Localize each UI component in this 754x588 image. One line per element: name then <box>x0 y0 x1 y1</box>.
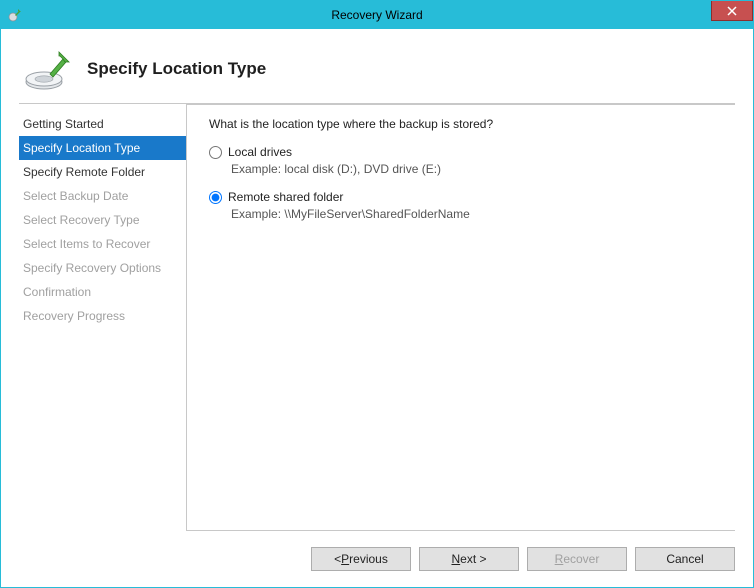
page-title: Specify Location Type <box>87 59 266 79</box>
option-remote-folder[interactable]: Remote shared folder <box>209 190 727 204</box>
wizard-step[interactable]: Getting Started <box>19 112 186 136</box>
wizard-steps-nav: Getting StartedSpecify Location TypeSpec… <box>19 104 187 531</box>
option-local-drives[interactable]: Local drives <box>209 145 727 159</box>
option-remote-folder-example: Example: \\MyFileServer\SharedFolderName <box>231 207 727 221</box>
wizard-step: Specify Recovery Options <box>19 256 186 280</box>
recovery-wizard-window: Recovery Wizard Specify Location Type Ge… <box>0 0 754 588</box>
wizard-step: Select Recovery Type <box>19 208 186 232</box>
option-label: Remote shared folder <box>228 190 343 204</box>
next-button[interactable]: Next > <box>419 547 519 571</box>
wizard-content: What is the location type where the back… <box>187 104 735 531</box>
close-icon <box>727 6 737 16</box>
wizard-step: Select Items to Recover <box>19 232 186 256</box>
wizard-step[interactable]: Specify Remote Folder <box>19 160 186 184</box>
recover-button: Recover <box>527 547 627 571</box>
recovery-icon <box>19 40 77 98</box>
option-local-drives-example: Example: local disk (D:), DVD drive (E:) <box>231 162 727 176</box>
window-title: Recovery Wizard <box>1 8 753 22</box>
wizard-step: Select Backup Date <box>19 184 186 208</box>
radio-local-drives[interactable] <box>209 146 222 159</box>
wizard-header: Specify Location Type <box>1 29 753 103</box>
radio-remote-folder[interactable] <box>209 191 222 204</box>
close-button[interactable] <box>711 1 753 21</box>
content-question: What is the location type where the back… <box>209 117 727 131</box>
wizard-body: Getting StartedSpecify Location TypeSpec… <box>1 104 753 531</box>
wizard-step: Recovery Progress <box>19 304 186 328</box>
previous-button[interactable]: < Previous <box>311 547 411 571</box>
option-label: Local drives <box>228 145 292 159</box>
wizard-step[interactable]: Specify Location Type <box>19 136 186 160</box>
wizard-footer: < Previous Next > Recover Cancel <box>1 531 753 587</box>
titlebar: Recovery Wizard <box>1 1 753 29</box>
cancel-button[interactable]: Cancel <box>635 547 735 571</box>
wizard-step: Confirmation <box>19 280 186 304</box>
app-icon <box>5 8 25 22</box>
